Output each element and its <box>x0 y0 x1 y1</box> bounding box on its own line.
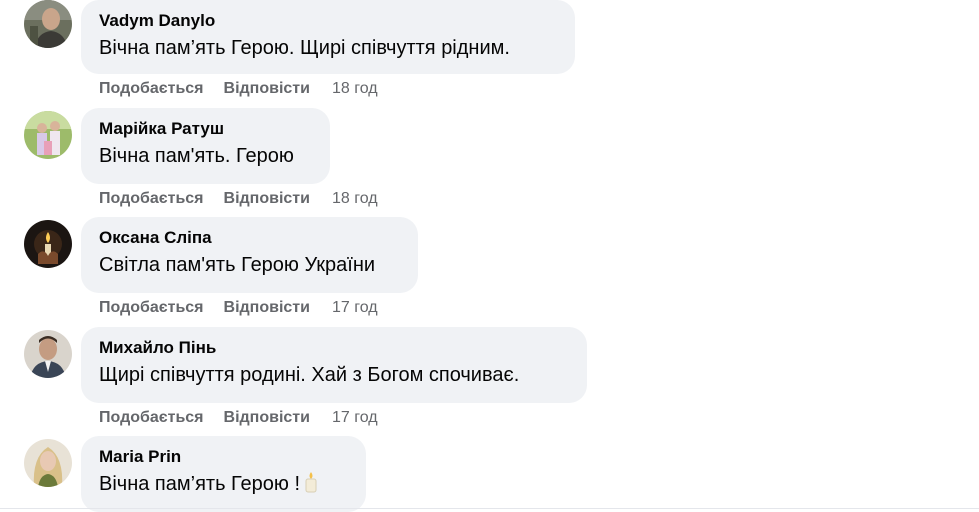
comment-actions: Подобається Відповісти 18 год <box>99 189 378 209</box>
reply-button[interactable]: Відповісти <box>224 299 310 316</box>
reply-button[interactable]: Відповісти <box>224 80 310 97</box>
like-button[interactable]: Подобається <box>99 190 204 207</box>
woman-blonde-avatar[interactable] <box>24 439 72 487</box>
like-button[interactable]: Подобається <box>99 409 204 426</box>
comment-actions: Подобається Відповісти 17 год <box>99 298 378 318</box>
divider <box>0 508 979 509</box>
comment-bubble: Оксана Сліпа Світла пам'ять Герою Україн… <box>81 217 418 293</box>
like-button[interactable]: Подобається <box>99 80 204 97</box>
family-outdoor-avatar[interactable] <box>24 111 72 159</box>
comment-bubble: Михайло Пінь Щирі співчуття родині. Хай … <box>81 327 587 403</box>
candle-icon <box>304 471 318 500</box>
comment-bubble: Maria Prin Вічна пам’ять Герою ! <box>81 436 366 512</box>
comment-time[interactable]: 18 год <box>332 190 378 207</box>
comment-text-content: Вічна пам’ять Герою ! <box>99 473 301 495</box>
like-button[interactable]: Подобається <box>99 299 204 316</box>
comment-text: Вічна пам’ять Герою ! <box>99 471 348 500</box>
comment-text: Вічна пам'ять. Герою <box>99 145 294 167</box>
reply-button[interactable]: Відповісти <box>224 190 310 207</box>
comment-bubble: Vadym Danylo Вічна пам’ять Герою. Щирі с… <box>81 0 575 74</box>
comment-text: Вічна пам’ять Герою. Щирі співчуття рідн… <box>99 37 510 59</box>
candle-dark-avatar[interactable] <box>24 220 72 268</box>
man-portrait-avatar[interactable] <box>24 0 72 48</box>
comment-time[interactable]: 18 год <box>332 80 378 97</box>
comments-list: Vadym Danylo Вічна пам’ять Герою. Щирі с… <box>0 0 979 512</box>
comment-author[interactable]: Maria Prin <box>99 446 348 468</box>
comment-actions: Подобається Відповісти 18 год <box>99 79 378 99</box>
comment-author[interactable]: Марійка Ратуш <box>99 118 312 140</box>
man-suit-avatar[interactable] <box>24 330 72 378</box>
comment-actions: Подобається Відповісти 17 год <box>99 408 378 428</box>
comment-author[interactable]: Vadym Danylo <box>99 10 557 32</box>
comment-text: Світла пам'ять Герою України <box>99 254 376 276</box>
comment-time[interactable]: 17 год <box>332 409 378 426</box>
comment-author[interactable]: Оксана Сліпа <box>99 227 400 249</box>
comment-author[interactable]: Михайло Пінь <box>99 337 569 359</box>
comment-time[interactable]: 17 год <box>332 299 378 316</box>
reply-button[interactable]: Відповісти <box>224 409 310 426</box>
comment-text: Щирі співчуття родині. Хай з Богом спочи… <box>99 364 520 386</box>
comment-bubble: Марійка Ратуш Вічна пам'ять. Герою <box>81 108 330 184</box>
